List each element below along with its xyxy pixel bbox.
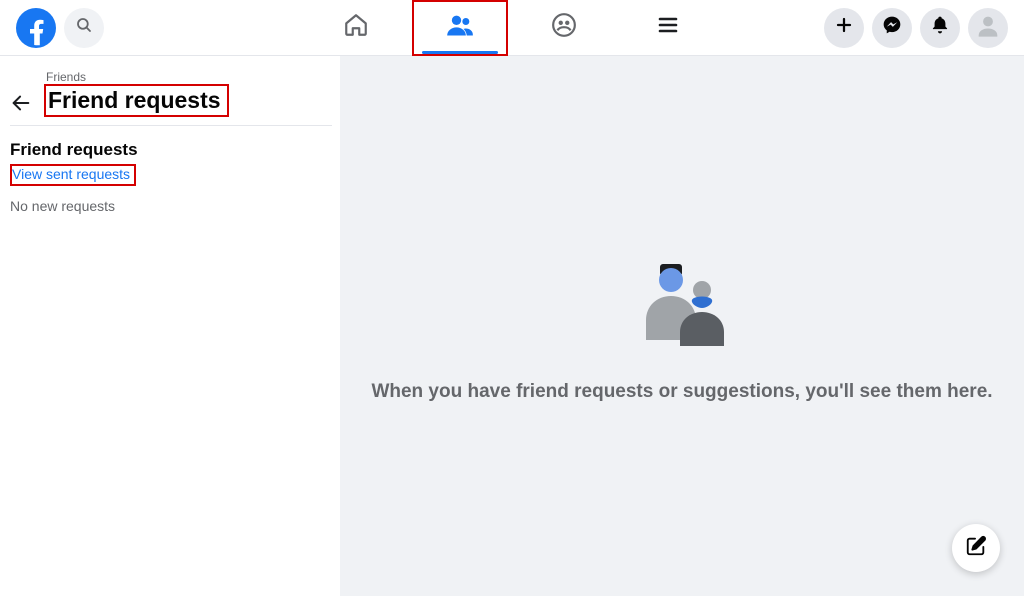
- search-icon: [75, 16, 93, 39]
- plus-icon: [835, 16, 853, 39]
- avatar-icon: [974, 11, 1002, 44]
- nav-groups[interactable]: [516, 0, 612, 56]
- page-title: Friend requests: [44, 84, 229, 117]
- back-button[interactable]: [10, 92, 32, 114]
- home-icon: [343, 12, 369, 43]
- sidebar-divider: [10, 125, 332, 126]
- friends-icon: [446, 11, 474, 44]
- sidebar: Friends Friend requests Friend requests …: [0, 56, 340, 596]
- notifications-button[interactable]: [920, 8, 960, 48]
- topbar-center-nav: [308, 0, 716, 56]
- nav-friends[interactable]: [412, 0, 508, 56]
- create-button[interactable]: [824, 8, 864, 48]
- breadcrumb-friends[interactable]: Friends: [44, 70, 229, 84]
- messenger-button[interactable]: [872, 8, 912, 48]
- top-bar: [0, 0, 1024, 56]
- messenger-icon: [882, 15, 902, 40]
- compose-icon: [965, 535, 987, 562]
- view-sent-requests-link[interactable]: View sent requests: [10, 164, 136, 186]
- nav-menu[interactable]: [620, 0, 716, 56]
- nav-home[interactable]: [308, 0, 404, 56]
- account-button[interactable]: [968, 8, 1008, 48]
- no-new-requests-text: No new requests: [10, 198, 332, 214]
- friend-requests-section-title: Friend requests: [10, 140, 332, 160]
- topbar-right: [824, 8, 1008, 48]
- hamburger-icon: [656, 13, 680, 42]
- facebook-logo[interactable]: [16, 8, 56, 48]
- groups-icon: [551, 12, 577, 43]
- bell-icon: [930, 15, 950, 40]
- topbar-left: [16, 8, 104, 48]
- empty-state-illustration: [622, 250, 742, 355]
- compose-fab[interactable]: [952, 524, 1000, 572]
- search-button[interactable]: [64, 8, 104, 48]
- sidebar-header: Friends Friend requests: [10, 70, 332, 117]
- main-content: When you have friend requests or suggest…: [340, 56, 1024, 596]
- empty-state-message: When you have friend requests or suggest…: [371, 381, 992, 403]
